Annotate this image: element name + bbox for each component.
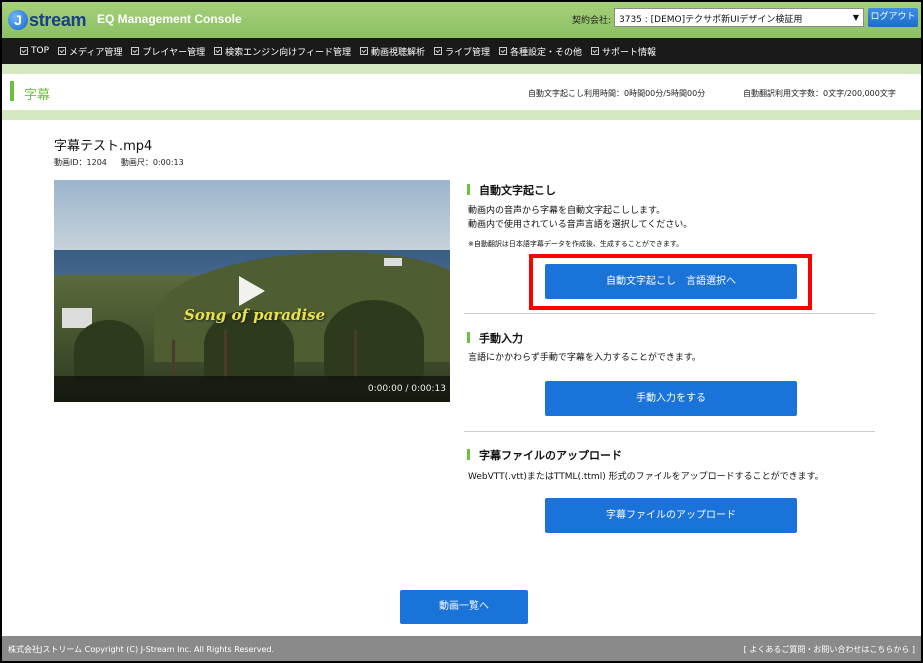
player-time: 0:00:00 / 0:00:13	[367, 384, 446, 394]
checkbox-icon	[214, 47, 223, 55]
section-accent-bar	[467, 184, 470, 195]
subtitle-upload-desc: WebVTT(.vtt)またはTTML(.ttml) 形式のファイルをアップロー…	[468, 472, 824, 482]
section-divider	[464, 313, 875, 314]
auto-transcription-title: 自動文字起こし	[479, 184, 556, 197]
scene-palm-trunk	[354, 330, 357, 380]
video-length: 動画尺：0:00:13	[120, 158, 184, 167]
page-title: 字幕	[24, 88, 51, 103]
checkbox-icon	[359, 47, 368, 55]
manual-input-button[interactable]: 手動入力をする	[545, 381, 797, 416]
scene-building	[384, 258, 402, 266]
logout-button[interactable]: ログアウト	[868, 8, 918, 27]
nav-item-feed[interactable]: 検索エンジン向けフィード管理	[214, 45, 351, 58]
video-overlay-caption: Song of paradise	[184, 306, 326, 324]
checkbox-icon	[498, 47, 507, 55]
contract-select-value: 3735 : [DEMO]テクサポ新UIデザイン検証用	[619, 15, 803, 25]
video-title: 字幕テスト.mp4	[54, 139, 153, 154]
main-nav: TOP メディア管理 プレイヤー管理 検索エンジン向けフィード管理 動画視聴解析…	[2, 38, 921, 64]
auto-transcription-desc-1: 動画内の音声から字幕を自動文字起こしします。	[468, 206, 666, 216]
auto-translation-note: ※自動翻訳は日本語字幕データを作成後、生成することができます。	[468, 240, 684, 248]
scene-palm-trunk	[224, 330, 227, 380]
subtitle-upload-title: 字幕ファイルのアップロード	[479, 449, 622, 462]
nav-item-live[interactable]: ライブ管理	[433, 45, 490, 58]
footer-help-link[interactable]: [ よくあるご質問・お問い合わせはこちらから ]	[744, 644, 915, 655]
nav-item-top[interactable]: TOP	[20, 46, 49, 56]
checkbox-icon	[131, 47, 140, 55]
dropdown-arrow-icon: ▼	[852, 13, 859, 22]
transcription-usage: 自動文字起こし利用時間：0時間00分/5時間00分	[528, 89, 706, 98]
page-footer: 株式会社Jストリーム Copyright (C) J-Stream Inc. A…	[2, 636, 921, 661]
nav-item-support[interactable]: サポート情報	[591, 45, 656, 58]
video-player[interactable]: Song of paradise 0:00:00 / 0:00:13	[54, 180, 450, 402]
nav-item-player[interactable]: プレイヤー管理	[131, 45, 205, 58]
checkbox-icon	[58, 47, 67, 55]
nav-item-media[interactable]: メディア管理	[58, 45, 122, 58]
auto-transcription-language-button[interactable]: 自動文字起こし 言語選択へ	[545, 264, 797, 299]
contract-select[interactable]: 3735 : [DEMO]テクサポ新UIデザイン検証用 ▼	[614, 8, 864, 27]
video-list-button[interactable]: 動画一覧へ	[400, 590, 528, 624]
heading-accent-bar	[10, 81, 14, 101]
logo-text: stream	[29, 9, 87, 30]
manual-input-title: 手動入力	[479, 332, 523, 345]
subtitle-upload-button[interactable]: 字幕ファイルのアップロード	[545, 498, 797, 533]
section-accent-bar	[467, 332, 470, 343]
page-subheader: 字幕 自動文字起こし利用時間：0時間00分/5時間00分 自動翻訳利用文字数：0…	[2, 64, 921, 120]
translation-usage: 自動翻訳利用文字数：0文字/200,000文字	[743, 89, 896, 98]
checkbox-icon	[591, 47, 599, 55]
checkbox-icon	[20, 47, 28, 55]
nav-item-settings[interactable]: 各種設定・その他	[498, 45, 582, 58]
checkbox-icon	[433, 47, 442, 55]
section-divider	[464, 431, 875, 432]
scene-tree	[324, 300, 424, 380]
section-accent-bar	[467, 449, 470, 460]
footer-copyright: 株式会社Jストリーム Copyright (C) J-Stream Inc. A…	[8, 645, 275, 654]
nav-item-analytics[interactable]: 動画視聴解析	[359, 45, 425, 58]
jstream-logo[interactable]: J stream	[8, 8, 87, 32]
video-meta: 動画ID：1204 動画尺：0:00:13	[54, 157, 184, 168]
app-header: J stream EQ Management Console 契約会社: 373…	[2, 2, 921, 38]
player-controls[interactable]: 0:00:00 / 0:00:13	[54, 376, 450, 402]
auto-transcription-desc-2: 動画内で使用されている音声言語を選択してください。	[468, 220, 693, 230]
scene-palm-trunk	[172, 340, 175, 380]
scene-tree	[74, 320, 144, 380]
video-id: 動画ID：1204	[54, 158, 107, 167]
play-icon[interactable]	[239, 276, 265, 306]
contract-label: 契約会社:	[572, 16, 612, 26]
manual-input-desc: 言語にかかわらず手動で字幕を入力することができます。	[468, 353, 701, 363]
console-title: EQ Management Console	[97, 12, 242, 26]
logo-mark-icon: J	[8, 10, 28, 30]
scene-sky	[54, 180, 450, 252]
